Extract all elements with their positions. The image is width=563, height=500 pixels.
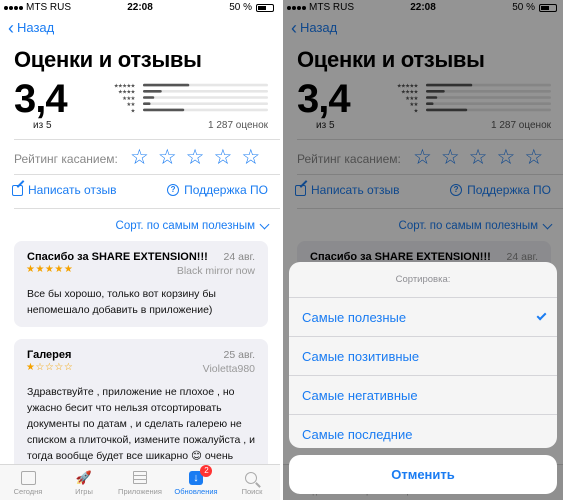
distribution-star: ★ (131, 102, 136, 108)
distribution-bar (143, 96, 155, 99)
review-card[interactable]: Галерея 25 авг. ★☆☆☆☆ Violetta980 Здравс… (14, 339, 268, 479)
average-rating: 3,4 (14, 77, 68, 121)
sort-option-most-helpful[interactable]: Самые полезные (289, 298, 557, 337)
battery-icon (256, 3, 274, 12)
sort-label: Сорт. по самым полезным (115, 220, 255, 232)
tab-search[interactable]: Поиск (224, 465, 280, 500)
tab-label: Поиск (241, 487, 263, 496)
back-button[interactable]: ‹ Назад (8, 17, 55, 38)
sort-option-label: Самые позитивные (302, 348, 420, 364)
rocket-icon: 🚀 (75, 470, 93, 485)
support-label: Поддержка ПО (184, 183, 268, 197)
tab-bar: Сегодня 🚀 Игры Приложения ↓ 2 Обновления… (0, 464, 280, 500)
sort-action-sheet: Сортировка: Самые полезные Самые позитив… (289, 262, 557, 448)
tap-star-4[interactable]: ☆ (213, 146, 232, 170)
write-review-label: Написать отзыв (28, 183, 117, 197)
distribution-star: ★ (126, 84, 131, 90)
cancel-label: Отменить (391, 467, 455, 482)
divider (14, 208, 280, 209)
reviews-screen: MTS RUS 22:08 50 % ‹ Назад Оценки и отзы… (0, 0, 280, 500)
sort-option-label: Самые последние (302, 427, 413, 442)
tab-updates[interactable]: ↓ 2 Обновления (168, 465, 224, 500)
distribution-star: ★ (122, 96, 127, 102)
sort-option-label: Самые негативные (302, 387, 418, 403)
ratings-count: 1 287 оценок (208, 120, 268, 131)
sort-sheet-title: Сортировка: (289, 262, 557, 298)
distribution-star: ★ (131, 96, 136, 102)
sort-option-most-recent[interactable]: Самые последние (289, 415, 557, 448)
tap-star-2[interactable]: ☆ (158, 146, 177, 170)
cancel-button[interactable]: Отменить (289, 455, 557, 494)
chevron-left-icon: ‹ (8, 17, 14, 38)
tab-apps[interactable]: Приложения (112, 465, 168, 500)
tab-label: Игры (75, 487, 93, 496)
distribution-star: ★ (118, 90, 123, 96)
search-icon (245, 472, 257, 484)
status-bar: MTS RUS 22:08 50 % (0, 0, 280, 16)
tap-rating-stars: ☆ ☆ ☆ ☆ ☆ (130, 146, 260, 170)
review-date: 25 авг. (223, 349, 255, 361)
today-icon (20, 471, 36, 485)
review-stars: ★★★★★ (26, 264, 74, 275)
tab-games[interactable]: 🚀 Игры (56, 465, 112, 500)
review-title: Галерея (27, 349, 72, 361)
distribution-star: ★ (131, 108, 136, 114)
tap-star-5[interactable]: ☆ (241, 146, 260, 170)
distribution-bar (143, 90, 162, 93)
battery-percent: 50 % (229, 2, 252, 13)
distribution-bar (143, 83, 190, 87)
compose-icon (12, 184, 23, 196)
distribution-star: ★ (122, 90, 127, 96)
page-title: Оценки и отзывы (14, 47, 202, 72)
distribution-star: ★ (114, 84, 119, 90)
distribution-star: ★ (131, 90, 136, 96)
divider (14, 174, 280, 175)
tab-label: Приложения (118, 487, 162, 496)
review-author: Violetta980 (202, 363, 255, 375)
sort-button[interactable]: Сорт. по самым полезным (115, 219, 270, 232)
apps-stack-icon (133, 471, 147, 485)
chevron-down-icon (259, 219, 270, 229)
rating-out-of: из 5 (33, 120, 52, 131)
tab-label: Сегодня (13, 487, 43, 496)
rating-distribution: ★★★★★★★★★★★★★★★ (114, 83, 268, 114)
app-support-button[interactable]: ? Поддержка ПО (167, 183, 268, 197)
distribution-bar-track (143, 96, 268, 99)
distribution-star: ★ (126, 96, 131, 102)
sort-option-most-favorable[interactable]: Самые позитивные (289, 337, 557, 376)
sort-option-most-critical[interactable]: Самые негативные (289, 376, 557, 415)
distribution-bar (143, 108, 185, 112)
distribution-star: ★ (118, 84, 123, 90)
sort-option-label: Самые полезные (302, 309, 407, 325)
write-review-button[interactable]: Написать отзыв (12, 183, 116, 197)
distribution-star: ★ (126, 90, 131, 96)
tab-label: Обновления (174, 487, 218, 496)
back-label: Назад (17, 20, 55, 35)
question-icon: ? (167, 184, 180, 196)
review-card[interactable]: Спасибо за SHARE EXTENSION!!! 24 авг. ★★… (14, 241, 268, 327)
checkmark-icon (536, 310, 547, 321)
tap-star-3[interactable]: ☆ (186, 146, 205, 170)
review-body: Все бы хорошо, только вот корзину бы неп… (27, 288, 216, 316)
distribution-star: ★ (126, 102, 131, 108)
tap-rating-label: Рейтинг касанием: (14, 152, 118, 166)
review-stars: ★☆☆☆☆ (26, 362, 74, 373)
distribution-bar (143, 102, 151, 105)
distribution-star: ★ (131, 84, 136, 90)
review-date: 24 авг. (223, 251, 255, 263)
distribution-bar-track (143, 102, 268, 105)
tap-star-1[interactable]: ☆ (130, 146, 149, 170)
updates-badge: 2 (200, 465, 213, 477)
review-author: Black mirror now (176, 265, 255, 277)
review-title: Спасибо за SHARE EXTENSION!!! (27, 251, 208, 263)
reviews-screen-sort-open: MTS RUS 22:08 50 % ‹ Назад Оценки и отзы… (283, 0, 563, 500)
tab-today[interactable]: Сегодня (0, 465, 56, 500)
divider (14, 139, 280, 140)
distribution-star: ★ (122, 84, 127, 90)
